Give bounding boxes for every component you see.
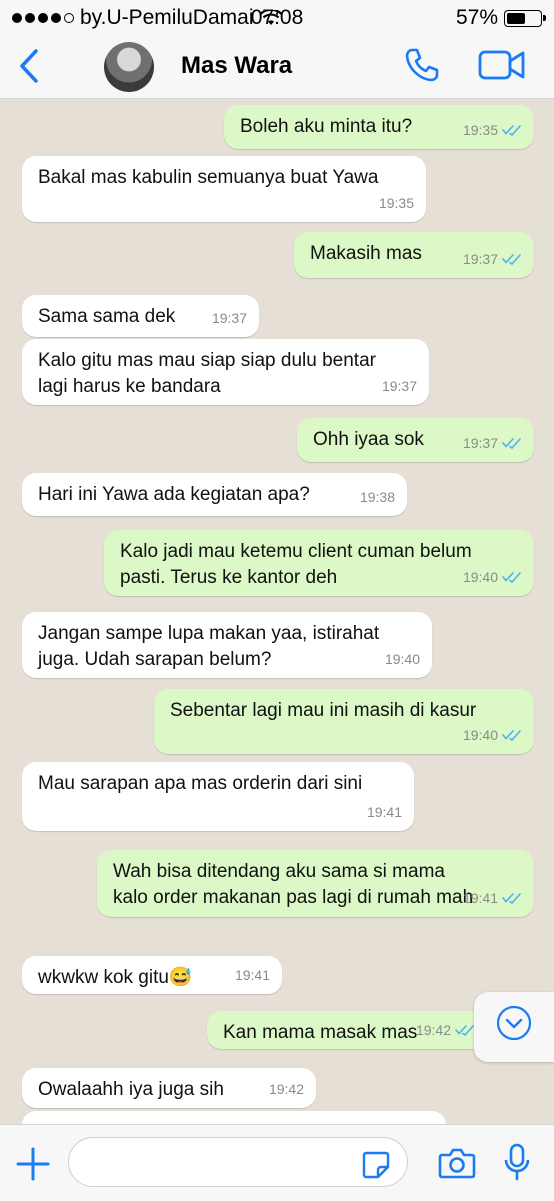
incoming-message[interactable]: Jangan sampe lupa makan yaa, istirahat j…: [22, 612, 432, 678]
message-time: 19:40: [462, 569, 498, 585]
message-time: 19:35: [462, 122, 498, 138]
chevron-down-icon: [496, 1005, 532, 1041]
message-text: Kalo jadi mau ketemu client cuman belum …: [120, 541, 472, 588]
read-ticks-icon: [502, 254, 521, 265]
message-time: 19:42: [415, 1022, 451, 1038]
message-meta: 19:40: [463, 722, 522, 748]
chat-header: Mas Wara: [0, 34, 554, 99]
incoming-message[interactable]: Owalaahh iya juga sih 19:42: [22, 1068, 316, 1108]
message-time: 19:37: [211, 310, 247, 326]
contact-name[interactable]: Mas Wara: [181, 52, 292, 80]
battery-icon: [504, 9, 546, 27]
message-time: 19:41: [462, 890, 498, 906]
message-meta: 19:42: [269, 1076, 304, 1102]
message-time: 19:42: [268, 1081, 304, 1097]
message-meta: 19:42: [416, 1017, 475, 1043]
message-text: Wah bisa ditendang aku sama si mama kalo…: [113, 861, 474, 908]
message-input[interactable]: [68, 1137, 408, 1187]
message-text: Bakal mas kabulin semuanya buat Yawa: [38, 167, 379, 188]
message-meta: 19:37: [382, 373, 417, 399]
outgoing-message[interactable]: Boleh aku minta itu? 19:35: [224, 105, 534, 149]
message-time: 19:40: [384, 651, 420, 667]
plus-icon[interactable]: [16, 1147, 50, 1181]
message-text: Kalo gitu mas mau siap siap dulu bentar …: [38, 350, 376, 397]
message-list[interactable]: Boleh aku minta itu? 19:35 Bakal mas kabul…: [0, 99, 554, 1124]
read-ticks-icon: [502, 893, 521, 904]
message-meta: 19:40: [463, 564, 522, 590]
message-time: 19:38: [359, 489, 395, 505]
microphone-icon[interactable]: [504, 1143, 530, 1181]
message-meta: 19:41: [367, 799, 402, 825]
input-bar: [0, 1124, 554, 1201]
outgoing-message[interactable]: Kan mama masak mas 19:42: [207, 1011, 487, 1049]
message-text: Owalaahh iya juga sih: [38, 1079, 224, 1100]
incoming-message[interactable]: Hari ini Yawa ada kegiatan apa? 19:38: [22, 473, 407, 516]
message-time: 19:35: [378, 195, 414, 211]
message-time: 19:37: [462, 435, 498, 451]
message-time: 19:41: [234, 967, 270, 983]
message-meta: 19:37: [463, 430, 522, 456]
video-camera-icon[interactable]: [478, 48, 526, 82]
message-time: 19:37: [381, 378, 417, 394]
incoming-message[interactable]: Sama sama dek 19:37: [22, 295, 259, 337]
message-text: Hari ini Yawa ada kegiatan apa?: [38, 484, 310, 505]
avatar[interactable]: [104, 42, 154, 92]
read-ticks-icon: [502, 125, 521, 136]
message-time: 19:40: [462, 727, 498, 743]
camera-icon[interactable]: [438, 1147, 476, 1179]
outgoing-message[interactable]: Ohh iyaa sok 19:37: [297, 418, 534, 462]
read-ticks-icon: [502, 572, 521, 583]
phone-icon[interactable]: [404, 47, 440, 83]
message-meta: 19:40: [385, 646, 420, 672]
back-chevron-icon[interactable]: [14, 48, 46, 84]
message-meta: 19:35: [379, 190, 414, 216]
sticker-icon[interactable]: [362, 1151, 390, 1179]
incoming-message[interactable]: Bakal mas kabulin semuanya buat Yawa 19:3…: [22, 156, 426, 222]
status-right: 57%: [455, 6, 546, 30]
outgoing-message[interactable]: Kalo jadi mau ketemu client cuman belum …: [104, 530, 534, 596]
message-text: wkwkw kok gitu😅: [38, 967, 193, 988]
read-ticks-icon: [502, 438, 521, 449]
scroll-to-bottom-button[interactable]: [474, 992, 554, 1062]
outgoing-message[interactable]: Makasih mas 19:37: [294, 232, 534, 278]
outgoing-message[interactable]: Wah bisa ditendang aku sama si mama kalo…: [97, 850, 534, 917]
status-bar: by.U-PemiluDamai 07:08 57%: [0, 0, 554, 34]
message-text: Mau sarapan apa mas orderin dari sini: [38, 773, 363, 794]
incoming-message[interactable]: Mau sarapan apa mas orderin dari sini 19:…: [22, 762, 414, 831]
message-text: Jangan sampe lupa makan yaa, istirahat j…: [38, 623, 380, 670]
read-ticks-icon: [502, 730, 521, 741]
battery-percent: 57%: [455, 6, 498, 29]
message-meta: 19:41: [463, 885, 522, 911]
message-meta: 19:38: [360, 484, 395, 510]
incoming-message[interactable]: wkwkw kok gitu😅 19:41: [22, 956, 282, 994]
message-meta: 19:37: [463, 246, 522, 272]
message-time: 19:41: [366, 804, 402, 820]
outgoing-message[interactable]: Sebentar lagi mau ini masih di kasur 19:4…: [154, 689, 534, 754]
message-meta: 19:37: [212, 305, 247, 331]
message-meta: 19:35: [463, 117, 522, 143]
read-ticks-icon: [455, 1025, 474, 1036]
message-time: 19:37: [462, 251, 498, 267]
message-meta: 19:41: [235, 962, 270, 988]
incoming-message[interactable]: [22, 1111, 446, 1124]
incoming-message[interactable]: Kalo gitu mas mau siap siap dulu bentar …: [22, 339, 429, 405]
message-text: Sebentar lagi mau ini masih di kasur: [170, 700, 477, 721]
